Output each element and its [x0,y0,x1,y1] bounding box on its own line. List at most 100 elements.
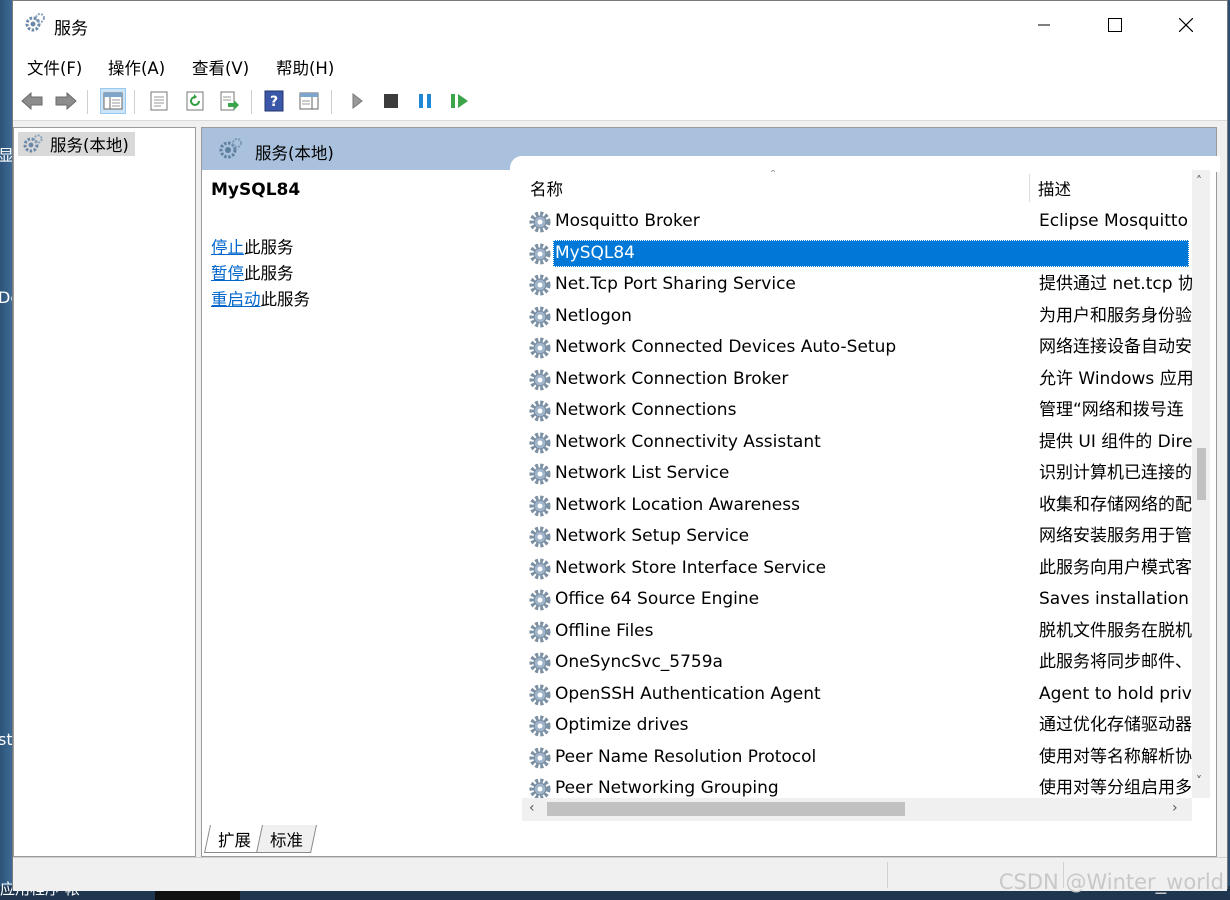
export-list-icon [220,91,239,111]
service-name: Netlogon [555,305,632,326]
toolbar-separator [87,90,88,114]
scroll-down-icon[interactable]: ˅ [1196,774,1202,788]
desktop-fragment: st [0,730,13,749]
action-suffix: 此服务 [244,238,294,257]
help-button[interactable]: ? [261,88,287,114]
column-header-name[interactable]: 名称 ˄ [522,170,1029,206]
menu-help[interactable]: 帮助(H) [276,55,334,79]
scroll-left-icon[interactable]: ‹ [529,800,535,816]
table-row[interactable]: OpenSSH Authentication Agent Agent to hol… [522,679,1200,711]
table-row[interactable]: Network Location Awareness 收集和存储网络的配 [522,490,1200,522]
service-name: Peer Name Resolution Protocol [555,746,817,767]
horizontal-scroll-thumb[interactable] [547,802,905,816]
table-row[interactable]: Optimize drives 通过优化存储驱动器 [522,710,1200,742]
refresh-icon [186,91,204,111]
tree-item-services-local[interactable]: 服务(本地) [18,132,135,156]
action-suffix: 此服务 [260,290,311,309]
toolbar-separator [134,90,135,114]
minimize-button[interactable] [1008,1,1079,48]
horizontal-scrollbar[interactable]: ‹ › [522,798,1192,821]
table-row[interactable]: Network Connection Broker 允许 Windows 应用 [522,364,1200,396]
menu-action[interactable]: 操作(A) [108,55,165,79]
table-row[interactable]: Offline Files 脱机文件服务在脱机 [522,616,1200,648]
service-gear-icon [528,368,552,396]
stop-service-button[interactable] [378,88,404,114]
action-pane-icon [299,92,319,110]
service-gear-icon [528,683,552,711]
service-description: Agent to hold priva [1039,683,1200,704]
vertical-scroll-thumb[interactable] [1197,448,1206,500]
table-row[interactable]: Peer Networking Grouping 使用对等分组启用多 [522,773,1200,798]
service-name: Network Connectivity Assistant [555,431,821,452]
service-gear-icon [528,273,552,301]
maximize-button[interactable] [1079,1,1150,48]
column-header-description[interactable]: 描述 [1030,170,1200,206]
table-row[interactable]: Network Connectivity Assistant 提供 UI 组件的 … [522,427,1200,459]
show-console-tree-button[interactable] [100,88,126,114]
table-row[interactable]: Network Connections 管理“网络和拨号连 [522,395,1200,427]
service-gear-icon [528,305,552,333]
table-row[interactable]: OneSyncSvc_5759a 此服务将同步邮件、 [522,647,1200,679]
services-gear-icon [218,137,244,165]
service-description: 使用对等名称解析协 [1039,746,1192,767]
service-description: 识别计算机已连接的 [1039,463,1192,483]
table-row[interactable]: Network List Service 识别计算机已连接的 [522,458,1200,490]
table-row[interactable]: Net.Tcp Port Sharing Service 提供通过 net.tcp… [522,269,1200,301]
pause-service-link[interactable]: 暂停 [211,264,244,283]
export-list-button[interactable] [216,88,242,114]
pause-service-button[interactable] [412,88,438,114]
table-row[interactable]: Network Store Interface Service 此服务向用户模式客 [522,553,1200,585]
service-name: Network Store Interface Service [555,557,827,578]
stop-service-link[interactable]: 停止 [211,238,244,257]
scroll-up-icon[interactable]: ˄ [1196,174,1202,188]
menu-bar: 文件(F) 操作(A) 查看(V) 帮助(H) [13,48,1227,82]
service-description: 为用户和服务身份验 [1039,305,1192,326]
restart-service-link[interactable]: 重启动 [211,290,261,309]
properties-button[interactable] [146,88,172,114]
table-row[interactable]: Network Setup Service 网络安装服务用于管 [522,521,1200,553]
table-row[interactable]: Office 64 Source Engine Saves installatio… [522,584,1200,616]
service-name: Network Connection Broker [555,368,789,389]
table-row[interactable]: Netlogon 为用户和服务身份验 [522,301,1200,333]
action-pane-button[interactable] [296,88,322,114]
table-row[interactable]: Mosquitto Broker Eclipse Mosquitto M [522,206,1200,238]
back-button[interactable] [19,88,45,114]
restart-service-button[interactable] [447,88,473,114]
tree-item-label: 服务(本地) [50,136,129,155]
forward-button[interactable] [53,88,79,114]
forward-arrow-icon [55,92,77,110]
tab-label: 标准 [270,830,304,850]
service-name: Peer Networking Grouping [555,778,779,798]
toolbar: ? [13,82,1227,121]
back-arrow-icon [21,92,43,110]
minimize-icon [1037,24,1050,25]
close-icon [1178,17,1193,32]
pause-service-icon [419,94,431,108]
vertical-scrollbar[interactable]: ˄ ˅ [1192,170,1210,798]
svg-text:?: ? [270,94,278,110]
menu-file[interactable]: 文件(F) [27,55,82,79]
table-row[interactable]: MySQL84 [522,238,1200,270]
service-description: 管理“网络和拨号连 [1039,400,1184,420]
service-gear-icon [528,588,552,616]
stop-service-icon [384,94,398,108]
start-service-button[interactable] [344,88,370,114]
scroll-right-icon[interactable]: › [1172,800,1178,816]
service-name: MySQL84 [553,239,1189,267]
table-row[interactable]: Network Connected Devices Auto-Setup 网络连接… [522,332,1200,364]
service-description: 此服务将同步邮件、 [1039,652,1192,672]
restart-service-line: 重启动此服务 [211,286,310,310]
service-gear-icon [528,210,552,238]
pane-header-title: 服务(本地) [255,144,334,163]
service-gear-icon [528,431,552,459]
refresh-button[interactable] [182,88,208,114]
close-button[interactable] [1150,1,1221,48]
services-gear-icon [24,12,46,38]
toolbar-separator [331,90,332,114]
tab-standard[interactable]: 标准 [256,825,317,853]
service-gear-icon [528,714,552,742]
table-row[interactable]: Peer Name Resolution Protocol 使用对等名称解析协 [522,742,1200,774]
pane-header: 服务(本地) [202,128,1220,172]
watermark: CSDN @Winter_world [998,870,1224,894]
menu-view[interactable]: 查看(V) [192,55,249,79]
